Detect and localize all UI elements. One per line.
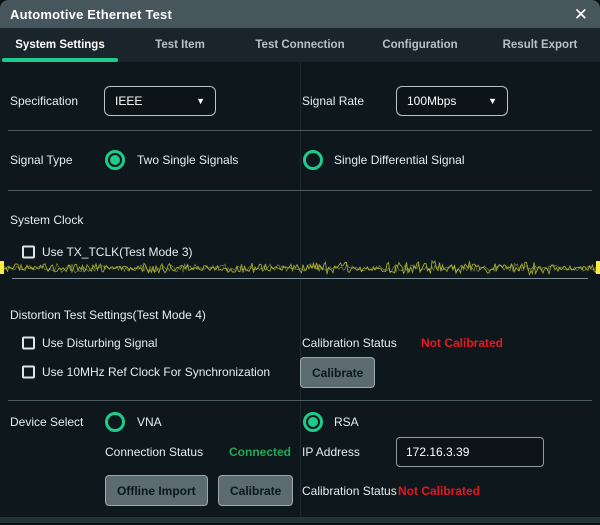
rsa-calibration-status-label: Calibration Status <box>302 484 397 498</box>
tab-bar: System Settings Test Item Test Connectio… <box>0 28 600 62</box>
calibration-status-label: Calibration Status <box>302 336 397 350</box>
separator-bright <box>12 278 588 279</box>
separator <box>8 190 592 191</box>
checkbox-use-disturbing-signal-label: Use Disturbing Signal <box>42 336 157 350</box>
calibrate-rsa-button[interactable]: Calibrate <box>218 475 293 506</box>
radio-rsa-label: RSA <box>334 415 359 429</box>
offline-import-button[interactable]: Offline Import <box>105 475 208 506</box>
trace-left-edge-marker <box>0 261 4 274</box>
calibration-status-value: Not Calibrated <box>421 336 503 350</box>
radio-two-single-signals[interactable] <box>105 150 125 170</box>
ip-address-input[interactable] <box>396 437 544 467</box>
radio-two-single-signals-label: Two Single Signals <box>137 153 238 167</box>
system-clock-heading: System Clock <box>10 213 83 227</box>
radio-vna-label: VNA <box>137 415 162 429</box>
close-icon[interactable]: ✕ <box>572 6 590 23</box>
device-select-label: Device Select <box>10 415 83 429</box>
title-bar: Automotive Ethernet Test ✕ <box>0 0 600 28</box>
dialog-title: Automotive Ethernet Test <box>10 7 172 22</box>
specification-value: IEEE <box>115 94 142 108</box>
signal-type-label: Signal Type <box>10 153 73 167</box>
radio-single-differential-signal-label: Single Differential Signal <box>334 153 465 167</box>
dialog-body: Specification IEEE ▼ Signal Rate 100Mbps… <box>0 62 600 517</box>
screen-bottom-strip <box>0 517 600 523</box>
connection-status-label: Connection Status <box>105 445 203 459</box>
connection-status-value: Connected <box>229 445 291 459</box>
tab-test-connection[interactable]: Test Connection <box>240 28 360 62</box>
chevron-down-icon: ▼ <box>196 96 205 106</box>
specification-label: Specification <box>10 94 78 108</box>
separator <box>8 400 592 401</box>
tab-result-export[interactable]: Result Export <box>480 28 600 62</box>
radio-single-differential-signal[interactable] <box>303 150 323 170</box>
tab-configuration[interactable]: Configuration <box>360 28 480 62</box>
channel-noise-trace <box>0 257 600 279</box>
tab-system-settings[interactable]: System Settings <box>0 28 120 62</box>
ip-address-label: IP Address <box>302 445 360 459</box>
chevron-down-icon: ▼ <box>488 96 497 106</box>
radio-rsa[interactable] <box>303 412 323 432</box>
checkbox-use-disturbing-signal[interactable] <box>22 337 35 350</box>
radio-vna[interactable] <box>105 412 125 432</box>
calibrate-button[interactable]: Calibrate <box>300 357 375 388</box>
tab-test-item[interactable]: Test Item <box>120 28 240 62</box>
checkbox-use-10mhz-ref-clock-label: Use 10MHz Ref Clock For Synchronization <box>42 365 270 379</box>
distortion-heading: Distortion Test Settings(Test Mode 4) <box>10 308 206 322</box>
checkbox-use-10mhz-ref-clock[interactable] <box>22 366 35 379</box>
specification-dropdown[interactable]: IEEE ▼ <box>104 86 216 116</box>
signal-rate-dropdown[interactable]: 100Mbps ▼ <box>396 86 508 116</box>
rsa-calibration-status-value: Not Calibrated <box>398 484 480 498</box>
signal-rate-label: Signal Rate <box>302 94 364 108</box>
automotive-ethernet-test-dialog: Automotive Ethernet Test ✕ System Settin… <box>0 0 600 517</box>
separator <box>8 130 592 131</box>
trace-right-edge-marker <box>596 261 600 274</box>
signal-rate-value: 100Mbps <box>407 94 456 108</box>
